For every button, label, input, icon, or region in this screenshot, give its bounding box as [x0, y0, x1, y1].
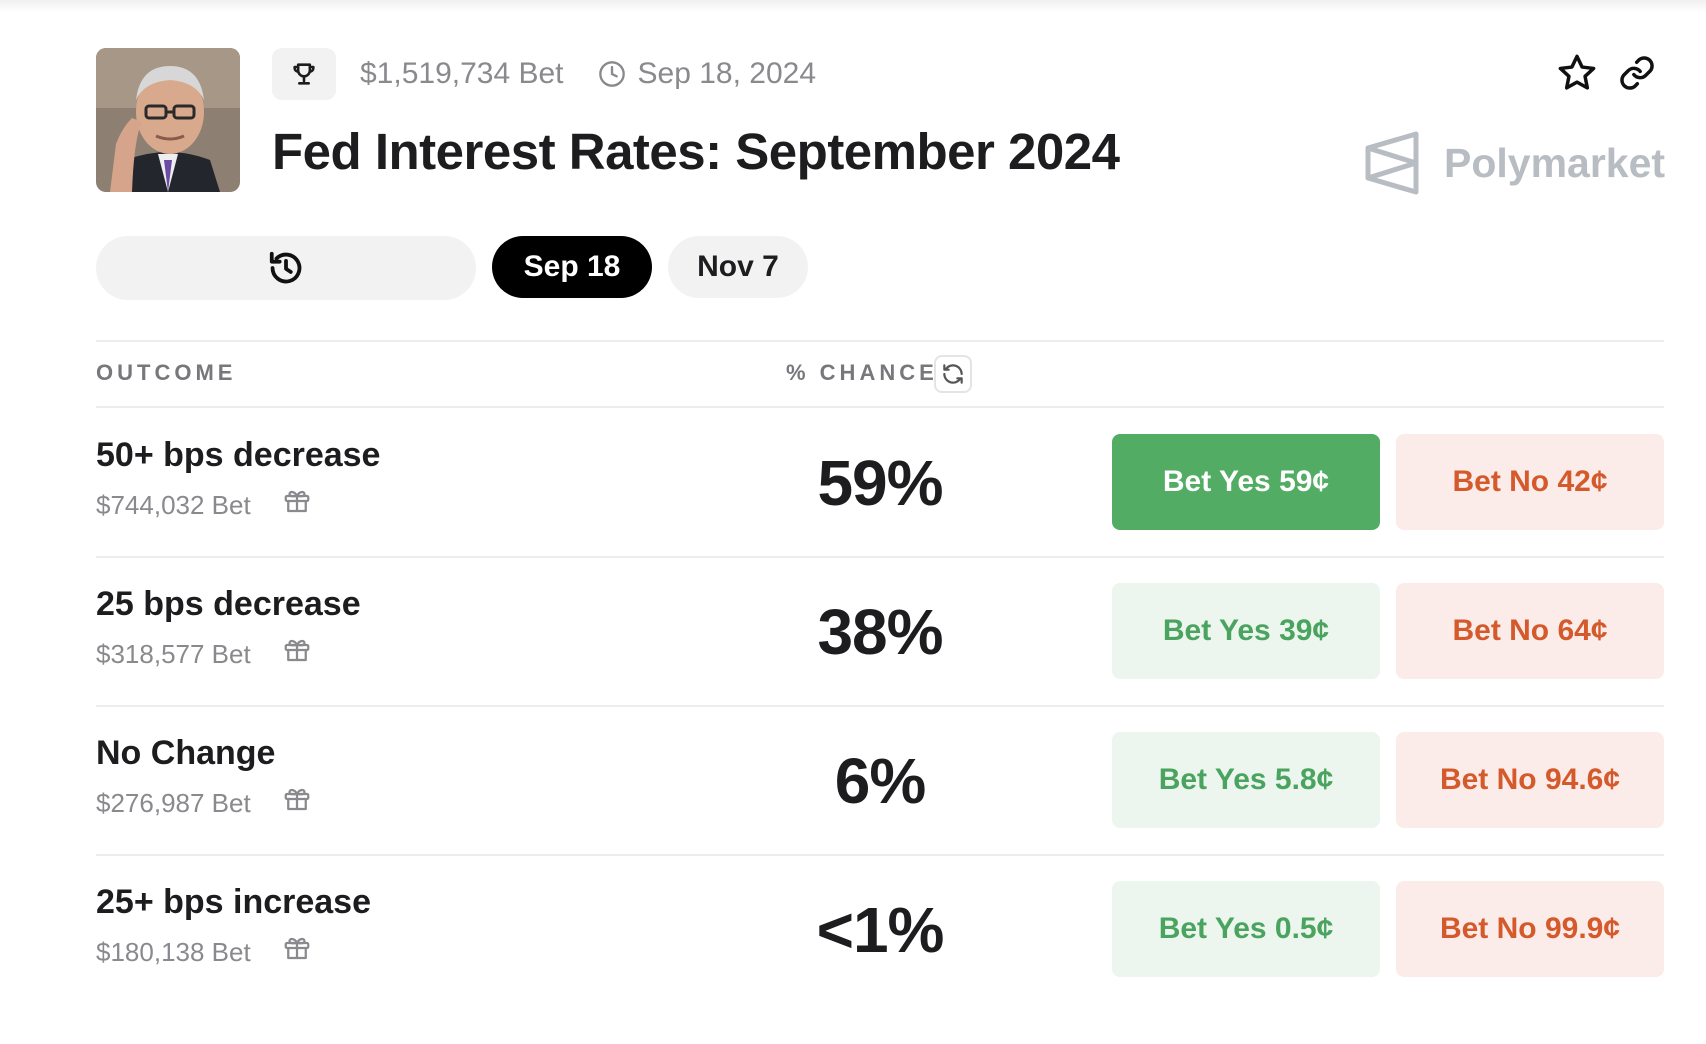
- tab-sep-18[interactable]: Sep 18: [492, 236, 652, 298]
- outcome-name: 50+ bps decrease: [96, 436, 381, 474]
- brand-name: Polymarket: [1444, 139, 1666, 186]
- column-header-outcome: OUTCOME: [96, 360, 237, 385]
- column-header-chance: % CHANCE: [786, 360, 938, 385]
- market-end-date: Sep 18, 2024: [637, 57, 817, 90]
- outcome-row-25-bps-increase: 25+ bps increase $180,138 Bet <1% Bet Ye…: [0, 855, 1706, 1004]
- top-edge-shadow: [0, 0, 1706, 12]
- outcome-row-50-bps-decrease: 50+ bps decrease $744,032 Bet 59% Bet Ye…: [0, 408, 1706, 557]
- gift-icon[interactable]: [282, 784, 312, 814]
- outcome-chance: <1%: [816, 894, 945, 966]
- history-button[interactable]: [96, 236, 476, 300]
- gift-icon[interactable]: [282, 933, 312, 963]
- bet-yes-button[interactable]: Bet Yes 5.8¢: [1112, 732, 1380, 828]
- bet-yes-button[interactable]: Bet Yes 39¢: [1112, 583, 1380, 679]
- gift-icon[interactable]: [282, 635, 312, 665]
- refresh-icon: [943, 364, 963, 384]
- history-icon: [269, 251, 302, 284]
- outcome-name: 25 bps decrease: [96, 585, 361, 623]
- outcome-name: 25+ bps increase: [96, 883, 372, 921]
- market-avatar: [96, 48, 240, 192]
- outcome-volume: $744,032 Bet: [96, 490, 251, 520]
- outcome-chance: 6%: [834, 745, 927, 817]
- divider: [96, 340, 1664, 342]
- market-title: Fed Interest Rates: September 2024: [272, 123, 1120, 180]
- outcome-volume: $318,577 Bet: [96, 639, 251, 669]
- bet-no-button[interactable]: Bet No 42¢: [1396, 434, 1664, 530]
- market-meta: $1,519,734 Bet Sep 18, 2024: [272, 48, 816, 100]
- outcome-volume: $276,987 Bet: [96, 788, 251, 818]
- bet-no-button[interactable]: Bet No 64¢: [1396, 583, 1664, 679]
- link-icon[interactable]: [1618, 54, 1656, 92]
- market-volume: $1,519,734 Bet: [360, 57, 564, 90]
- bet-yes-button[interactable]: Bet Yes 0.5¢: [1112, 881, 1380, 977]
- trophy-icon[interactable]: [272, 48, 336, 100]
- outcome-chance: 38%: [817, 596, 943, 668]
- outcome-name: No Change: [96, 734, 276, 772]
- bet-yes-button[interactable]: Bet Yes 59¢: [1112, 434, 1380, 530]
- tab-nov-7[interactable]: Nov 7: [668, 236, 808, 298]
- clock-icon: [598, 60, 626, 88]
- bet-no-button[interactable]: Bet No 94.6¢: [1396, 732, 1664, 828]
- gift-icon[interactable]: [282, 486, 312, 516]
- polymarket-logo-icon: [1365, 131, 1419, 195]
- outcome-row-no-change: No Change $276,987 Bet 6% Bet Yes 5.8¢ B…: [0, 706, 1706, 855]
- bet-no-button[interactable]: Bet No 99.9¢: [1396, 881, 1664, 977]
- outcome-volume: $180,138 Bet: [96, 937, 251, 967]
- star-icon[interactable]: [1556, 52, 1598, 94]
- outcome-chance: 59%: [817, 447, 943, 519]
- refresh-button[interactable]: [934, 355, 972, 393]
- polymarket-brand: Polymarket: [1364, 130, 1665, 196]
- outcome-row-25-bps-decrease: 25 bps decrease $318,577 Bet 38% Bet Yes…: [0, 557, 1706, 706]
